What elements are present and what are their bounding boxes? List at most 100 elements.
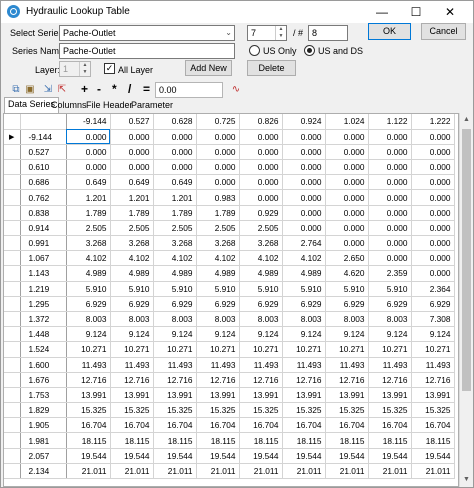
table-cell[interactable]: 13.991	[66, 387, 111, 404]
table-cell[interactable]: 0.000	[282, 189, 326, 206]
table-cell[interactable]: 0.649	[153, 174, 197, 191]
table-cell[interactable]: 6.929	[282, 296, 326, 312]
table-cell[interactable]: 21.011	[110, 463, 154, 480]
table-cell[interactable]: 0.000	[368, 174, 412, 191]
table-cell[interactable]: 18.115	[66, 432, 111, 449]
scroll-up-icon[interactable]: ▲	[460, 113, 473, 127]
column-header[interactable]: 1.122	[368, 114, 412, 130]
row-selector[interactable]	[4, 159, 21, 176]
table-cell[interactable]: 16.704	[110, 417, 154, 434]
series-name-input[interactable]: Pache-Outlet	[59, 43, 235, 59]
delete-button[interactable]: Delete	[247, 60, 296, 76]
table-cell[interactable]: 0.000	[153, 159, 197, 176]
table-cell[interactable]: 0.000	[411, 235, 455, 252]
table-cell[interactable]: 0.000	[282, 205, 326, 221]
table-cell[interactable]: 0.000	[411, 220, 455, 237]
current-row-marker-icon[interactable]: ▶	[4, 129, 21, 145]
table-cell[interactable]: 18.115	[282, 432, 326, 449]
table-cell[interactable]: 4.989	[110, 265, 154, 282]
table-cell[interactable]: 4.989	[66, 265, 111, 282]
table-cell[interactable]: 0.000	[368, 220, 412, 237]
row-selector[interactable]	[4, 296, 21, 312]
table-cell[interactable]: 16.704	[368, 417, 412, 434]
table-cell[interactable]: 0.000	[66, 144, 111, 161]
table-cell[interactable]: 0.000	[325, 220, 369, 237]
table-cell[interactable]: 4.989	[153, 265, 197, 282]
table-cell[interactable]: 4.102	[153, 250, 197, 267]
table-cell[interactable]: 0.000	[325, 235, 369, 252]
table-cell[interactable]: 12.716	[110, 372, 154, 388]
table-cell[interactable]: 0.000	[239, 189, 283, 206]
table-cell[interactable]: 19.544	[110, 448, 154, 464]
table-cell[interactable]: 6.929	[239, 296, 283, 312]
column-header[interactable]: 0.725	[196, 114, 240, 130]
table-cell[interactable]: 0.000	[196, 159, 240, 176]
table-cell[interactable]: 2.764	[282, 235, 326, 252]
table-cell[interactable]: 0.000	[282, 144, 326, 161]
table-cell[interactable]: 18.115	[110, 432, 154, 449]
row-selector[interactable]	[4, 250, 21, 267]
table-cell[interactable]: 0.000	[411, 159, 455, 176]
table-cell[interactable]: 18.115	[368, 432, 412, 449]
column-header[interactable]: 0.826	[239, 114, 283, 130]
table-cell[interactable]: 16.704	[153, 417, 197, 434]
cancel-button[interactable]: Cancel	[421, 23, 466, 40]
row-selector[interactable]	[4, 281, 21, 297]
close-button[interactable]: ✕	[433, 1, 467, 23]
table-cell[interactable]: 15.325	[368, 402, 412, 419]
table-cell[interactable]: 4.620	[325, 265, 369, 282]
column-header[interactable]: -9.144	[66, 114, 111, 130]
table-cell[interactable]: 10.271	[282, 341, 326, 358]
table-cell[interactable]: 15.325	[282, 402, 326, 419]
table-cell[interactable]: 3.268	[153, 235, 197, 252]
table-cell[interactable]: 13.991	[239, 387, 283, 404]
table-cell[interactable]: 13.991	[368, 387, 412, 404]
table-cell[interactable]: 1.201	[153, 189, 197, 206]
table-cell[interactable]: 0.649	[66, 174, 111, 191]
table-cell[interactable]: 0.000	[368, 250, 412, 267]
row-selector[interactable]	[4, 432, 21, 449]
table-cell[interactable]: 6.929	[411, 296, 455, 312]
table-cell[interactable]: 13.991	[282, 387, 326, 404]
table-cell[interactable]: 0.000	[282, 129, 326, 145]
delete-row-icon[interactable]: ⇱	[55, 84, 69, 96]
table-cell[interactable]: 10.271	[368, 341, 412, 358]
table-cell[interactable]: 0.000	[110, 144, 154, 161]
table-cell[interactable]: 11.493	[66, 357, 111, 373]
table-cell[interactable]: 9.124	[368, 326, 412, 343]
table-cell[interactable]: 15.325	[196, 402, 240, 419]
table-cell[interactable]: 19.544	[239, 448, 283, 464]
table-cell[interactable]: 0.000	[153, 144, 197, 161]
table-cell[interactable]: 4.989	[282, 265, 326, 282]
table-cell[interactable]: 10.271	[239, 341, 283, 358]
add-new-button[interactable]: Add New	[185, 60, 232, 76]
table-cell[interactable]: 11.493	[411, 357, 455, 373]
table-cell[interactable]: 4.102	[110, 250, 154, 267]
table-cell[interactable]: 12.716	[282, 372, 326, 388]
table-cell[interactable]: 21.011	[282, 463, 326, 480]
column-header[interactable]: 0.527	[110, 114, 154, 130]
maximize-button[interactable]: ☐	[399, 1, 433, 23]
table-cell[interactable]: 0.000	[282, 220, 326, 237]
table-cell[interactable]: 9.124	[239, 326, 283, 343]
table-cell[interactable]: 8.003	[110, 311, 154, 328]
table-cell[interactable]: 1.789	[153, 205, 197, 221]
table-cell[interactable]: 9.124	[282, 326, 326, 343]
table-cell[interactable]: 13.991	[196, 387, 240, 404]
table-cell[interactable]: 19.544	[411, 448, 455, 464]
table-cell[interactable]: 5.910	[368, 281, 412, 297]
row-selector[interactable]	[4, 357, 21, 373]
table-cell[interactable]: 16.704	[282, 417, 326, 434]
table-cell[interactable]: 0.000	[368, 144, 412, 161]
equals-operator-button[interactable]: =	[143, 82, 150, 96]
series-index-spinner[interactable]: 7 ▲ ▼	[247, 25, 287, 41]
table-cell[interactable]: 0.000	[368, 159, 412, 176]
table-cell[interactable]: 12.716	[411, 372, 455, 388]
us-only-radio[interactable]	[249, 45, 260, 56]
row-selector[interactable]	[4, 463, 21, 480]
row-selector[interactable]	[4, 205, 21, 221]
table-cell[interactable]: 4.102	[66, 250, 111, 267]
table-cell[interactable]: 19.544	[368, 448, 412, 464]
table-cell[interactable]: 16.704	[239, 417, 283, 434]
row-selector[interactable]	[4, 341, 21, 358]
